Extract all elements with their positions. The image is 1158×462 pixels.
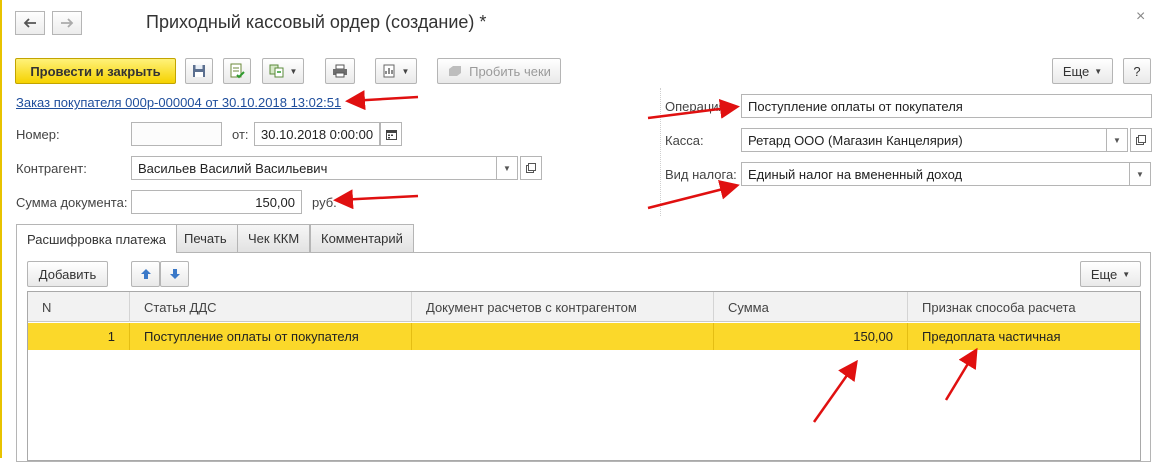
tab-kkm-receipt[interactable]: Чек ККМ xyxy=(237,224,311,252)
tax-type-dropdown[interactable]: ▼ xyxy=(1129,162,1151,186)
annotation-arrow-amount xyxy=(333,189,419,210)
chevron-down-icon: ▼ xyxy=(1122,269,1131,279)
cell-payment-method[interactable]: Предоплата частичная xyxy=(908,323,1140,350)
date-from-label: от: xyxy=(232,127,249,142)
arrow-down-icon xyxy=(169,269,180,279)
calendar-icon xyxy=(385,129,397,140)
back-button[interactable] xyxy=(15,11,45,35)
arrow-left-icon xyxy=(23,18,36,28)
column-header-n[interactable]: N xyxy=(28,292,130,322)
floppy-disk-icon xyxy=(193,65,205,77)
report-icon xyxy=(383,64,395,78)
receipt-printer-icon xyxy=(449,66,462,76)
table-more-label: Еще xyxy=(1090,266,1118,282)
post-document-icon xyxy=(230,63,245,79)
post-button[interactable] xyxy=(223,58,251,84)
arrow-right-icon xyxy=(61,18,74,28)
chevron-down-icon: ▼ xyxy=(1136,169,1144,179)
test-receipts-button[interactable]: Пробить чеки xyxy=(437,58,561,84)
more-actions-label: Еще xyxy=(1062,63,1090,79)
date-input[interactable]: 30.10.2018 0:00:00 xyxy=(254,122,380,146)
column-header-payment-method[interactable]: Признак способа расчета xyxy=(908,292,1140,322)
arrow-up-icon xyxy=(140,269,151,279)
create-based-on-button[interactable]: ▼ xyxy=(262,58,304,84)
column-divider xyxy=(660,88,661,216)
cashbox-open-button[interactable] xyxy=(1130,128,1152,152)
counterparty-open-button[interactable] xyxy=(520,156,542,180)
tab-payment-details[interactable]: Расшифровка платежа xyxy=(16,224,177,253)
more-actions-button[interactable]: Еще ▼ xyxy=(1052,58,1113,84)
add-row-button[interactable]: Добавить xyxy=(27,261,108,287)
tab-print[interactable]: Печать xyxy=(173,224,238,252)
tax-type-input[interactable]: Единый налог на вмененный доход xyxy=(741,162,1130,186)
open-form-icon xyxy=(1136,135,1146,145)
counterparty-dropdown[interactable]: ▼ xyxy=(496,156,518,180)
printer-icon xyxy=(333,64,347,78)
document-amount-label: Сумма документа: xyxy=(16,195,128,210)
move-down-button[interactable] xyxy=(160,261,189,287)
print-button[interactable] xyxy=(325,58,355,84)
operation-label: Операция: xyxy=(665,99,730,114)
save-button[interactable] xyxy=(185,58,213,84)
cashbox-dropdown[interactable]: ▼ xyxy=(1106,128,1128,152)
counterparty-label: Контрагент: xyxy=(16,161,87,176)
cell-cash-flow-item[interactable]: Поступление оплаты от покупателя xyxy=(130,323,412,350)
table-header: N Статья ДДС Документ расчетов с контраг… xyxy=(28,292,1140,322)
column-header-settlement-document[interactable]: Документ расчетов с контрагентом xyxy=(412,292,714,322)
number-label: Номер: xyxy=(16,127,60,142)
chevron-down-icon: ▼ xyxy=(289,66,298,76)
reports-button[interactable]: ▼ xyxy=(375,58,417,84)
annotation-arrow-tax xyxy=(647,179,740,210)
cell-sum[interactable]: 150,00 xyxy=(714,323,908,350)
test-receipts-label: Пробить чеки xyxy=(469,63,551,79)
basis-document-link[interactable]: Заказ покупателя 000р-000004 от 30.10.20… xyxy=(16,95,341,110)
currency-label: руб. xyxy=(312,195,337,210)
chevron-down-icon: ▼ xyxy=(401,66,410,76)
cashbox-input[interactable]: Ретард ООО (Магазин Канцелярия) xyxy=(741,128,1107,152)
calendar-button[interactable] xyxy=(380,122,402,146)
help-button[interactable]: ? xyxy=(1123,58,1151,84)
annotation-arrow-link xyxy=(345,90,419,111)
documents-green-icon xyxy=(269,64,284,78)
table-more-button[interactable]: Еще ▼ xyxy=(1080,261,1141,287)
post-and-close-button[interactable]: Провести и закрыть xyxy=(15,58,176,84)
column-header-sum[interactable]: Сумма xyxy=(714,292,908,322)
chevron-down-icon: ▼ xyxy=(1094,66,1103,76)
chevron-down-icon: ▼ xyxy=(503,163,511,173)
forward-button[interactable] xyxy=(52,11,82,35)
tab-comment[interactable]: Комментарий xyxy=(310,224,414,252)
chevron-down-icon: ▼ xyxy=(1113,135,1121,145)
window-title: Приходный кассовый ордер (создание) * xyxy=(146,12,487,32)
operation-input[interactable]: Поступление оплаты от покупателя xyxy=(741,94,1152,118)
payment-details-table: N Статья ДДС Документ расчетов с контраг… xyxy=(27,291,1141,461)
cell-n[interactable]: 1 xyxy=(28,323,130,350)
move-up-button[interactable] xyxy=(131,261,160,287)
cell-settlement-document[interactable] xyxy=(412,323,714,350)
cashbox-label: Касса: xyxy=(665,133,704,148)
document-amount-input[interactable]: 150,00 xyxy=(131,190,302,214)
open-form-icon xyxy=(526,163,536,173)
counterparty-input[interactable]: Васильев Василий Васильевич xyxy=(131,156,497,180)
column-header-cash-flow-item[interactable]: Статья ДДС xyxy=(130,292,412,322)
number-input[interactable] xyxy=(131,122,222,146)
tax-type-label: Вид налога: xyxy=(665,167,737,182)
close-icon[interactable]: × xyxy=(1136,8,1145,26)
left-accent-bar xyxy=(0,0,2,458)
table-row[interactable]: 1 Поступление оплаты от покупателя 150,0… xyxy=(28,323,1140,350)
